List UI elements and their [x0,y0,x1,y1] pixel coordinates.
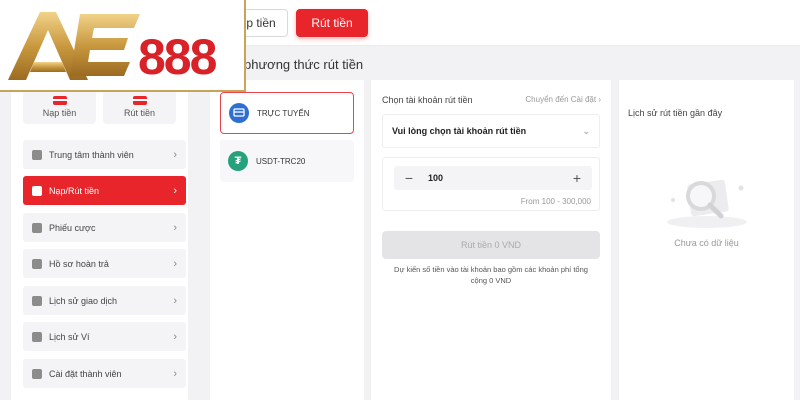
history-title: Lịch sử rút tiền gần đây [628,108,723,118]
amount-box: − 100 + From 100 - 300,000 [382,157,600,211]
method-label: TRỰC TUYẾN [257,108,310,118]
wallet-history-icon [32,331,42,342]
menu-item-label: Lịch sử giao dịch [49,295,118,306]
method-online[interactable]: TRỰC TUYẾN [220,92,354,134]
withdraw-tab-button[interactable]: Rút tiền [296,9,368,37]
withdraw-form-panel: Chọn tài khoản rút tiền Chuyển đến Cài đ… [371,80,611,400]
menu-item-label: Nạp/Rút tiền [49,185,100,196]
minus-icon[interactable]: − [402,170,416,186]
menu-item-transaction-history[interactable]: Lịch sử giao dịch › [23,286,186,315]
chevron-right-icon: › [173,221,177,234]
card-icon [132,96,147,105]
menu-item-refund-records[interactable]: Hồ sơ hoàn trả › [23,249,186,278]
quick-withdraw-label: Rút tiền [123,108,156,118]
amount-value[interactable]: 100 [416,173,570,183]
wallet-icon [32,185,42,196]
withdraw-method-panel: TRỰC TUYẾN ₮ USDT-TRC20 [210,80,364,400]
menu-item-label: Phiếu cược [49,222,96,233]
menu-item-wallet-history[interactable]: Lịch sử Ví › [23,322,186,351]
chevron-right-icon: › [173,330,177,343]
fee-note: Dự kiến số tiền vào tài khoản bao gồm cá… [394,265,588,285]
menu-item-deposit-withdraw[interactable]: Nạp/Rút tiền › [23,176,186,205]
brand-logo: 888 [0,0,246,92]
quick-withdraw-button[interactable]: Rút tiền [103,90,176,124]
ticket-icon [32,222,42,233]
history-icon [32,295,42,306]
settings-icon [32,368,42,379]
section-title: phương thức rút tiền [244,57,364,72]
ae888-logo-mark: 888 [8,12,219,85]
empty-state-text: Chưa có dữ liệu [674,238,739,248]
chevron-right-icon: › [173,367,177,380]
chevron-right-icon: › [173,294,177,307]
withdraw-submit-button[interactable]: Rút tiền 0 VND [382,231,600,259]
method-label: USDT-TRC20 [256,156,306,166]
account-select-label: Chọn tài khoản rút tiền [382,95,473,105]
settings-link-label: Chuyển đến Cài đặt [525,95,597,104]
select-placeholder: Vui lòng chọn tài khoản rút tiền [392,126,527,136]
plus-icon[interactable]: + [570,170,584,186]
menu-item-bet-slips[interactable]: Phiếu cược › [23,213,186,242]
amount-stepper[interactable]: − 100 + [394,166,592,190]
menu-item-label: Trung tâm thành viên [49,149,134,160]
tether-icon: ₮ [228,151,248,171]
online-bank-icon [229,103,249,123]
menu-item-label: Cài đặt thành viên [49,368,122,379]
empty-search-icon [667,179,747,228]
menu-item-member-center[interactable]: Trung tâm thành viên › [23,140,186,169]
quick-deposit-label: Nạp tiền [42,108,77,118]
chevron-right-icon: › [173,148,177,161]
form-header: Chọn tài khoản rút tiền Chuyển đến Cài đ… [382,95,601,105]
withdraw-history-panel: Lịch sử rút tiền gần đây Chưa có dữ liệu [619,80,794,400]
card-icon [52,96,67,105]
menu-item-label: Lịch sử Ví [49,331,90,342]
chevron-right-icon: › [173,257,177,270]
svg-text:888: 888 [138,29,217,85]
refund-icon [32,258,42,269]
chevron-right-icon: › [173,184,177,197]
settings-link[interactable]: Chuyển đến Cài đặt › [525,95,601,105]
menu-item-label: Hồ sơ hoàn trả [49,258,109,269]
method-usdt-trc20[interactable]: ₮ USDT-TRC20 [220,140,354,182]
diamond-icon [32,149,42,160]
menu-item-member-settings[interactable]: Cài đặt thành viên › [23,359,186,388]
quick-deposit-button[interactable]: Nạp tiền [23,90,96,124]
amount-range: From 100 - 300,000 [520,197,591,206]
account-sidebar: Nạp tiền Rút tiền Trung tâm thành viên ›… [11,80,188,400]
chevron-down-icon: ⌄ [582,125,590,136]
withdraw-account-select[interactable]: Vui lòng chọn tài khoản rút tiền ⌄ [382,114,600,148]
